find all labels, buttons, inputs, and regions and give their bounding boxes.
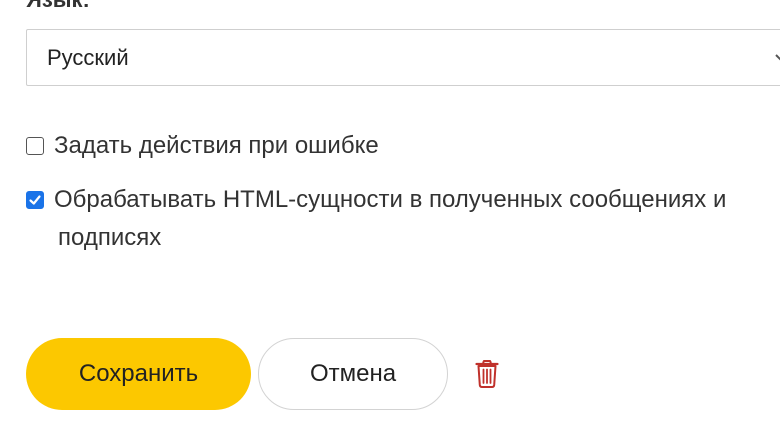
error-actions-label: Задать действия при ошибке [54, 132, 379, 159]
html-entities-label: Обрабатывать HTML-сущности в полученных … [54, 186, 727, 213]
settings-form: Язык: Русский Задать действия при ошибке… [0, 0, 780, 446]
trash-icon [475, 360, 499, 388]
language-label: Язык: [26, 0, 90, 14]
language-select[interactable]: Русский [26, 29, 780, 86]
html-entities-label-continued: подписях [58, 224, 162, 251]
language-select-value: Русский [47, 45, 129, 70]
error-actions-option[interactable]: Задать действия при ошибке [26, 127, 379, 165]
html-entities-checkbox[interactable] [26, 191, 44, 209]
delete-button[interactable] [470, 357, 504, 391]
save-button[interactable]: Сохранить [26, 338, 251, 410]
chevron-down-icon [775, 50, 780, 66]
html-entities-option[interactable]: Обрабатывать HTML-сущности в полученных … [26, 181, 780, 219]
cancel-button[interactable]: Отмена [258, 338, 448, 410]
error-actions-checkbox[interactable] [26, 137, 44, 155]
checkmark-icon [29, 195, 41, 205]
